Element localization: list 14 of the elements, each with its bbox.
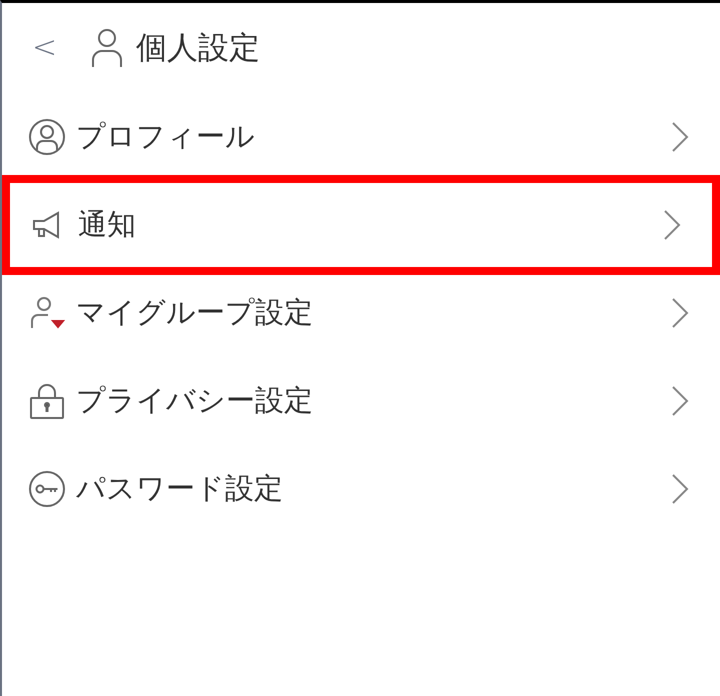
- chevron-right-icon: [662, 209, 682, 241]
- page-title: 個人設定: [136, 28, 260, 68]
- chevron-right-icon: [670, 121, 690, 153]
- menu-item[interactable]: プライバシー設定: [2, 357, 720, 445]
- person-icon: [90, 28, 124, 68]
- chevron-right-icon: [670, 385, 690, 417]
- padlock-icon: [28, 382, 66, 420]
- key-icon: [28, 470, 66, 508]
- chevron-right-icon: [670, 473, 690, 505]
- chevron-right-icon: [670, 297, 690, 329]
- menu-item[interactable]: パスワード設定: [2, 445, 720, 533]
- profile-icon: [28, 118, 66, 156]
- back-button[interactable]: <: [32, 33, 62, 63]
- menu-item[interactable]: 通知: [2, 175, 720, 275]
